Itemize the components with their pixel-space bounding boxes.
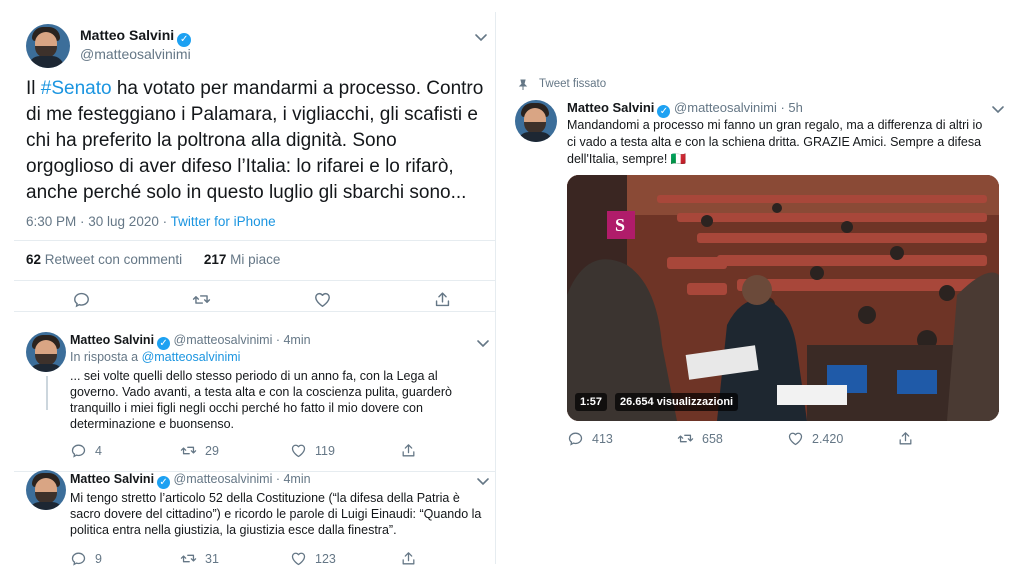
author-name[interactable]: Matteo Salvini (80, 27, 174, 43)
share-action[interactable] (897, 430, 914, 447)
tweet-text: Mandandomi a processo mi fanno un gran r… (567, 118, 983, 166)
like-action[interactable]: 123 (290, 550, 400, 567)
author-handle[interactable]: @matteosalvinimi (174, 472, 273, 486)
like-icon[interactable] (290, 442, 307, 459)
action-bar: 413 658 2.420 (567, 430, 914, 447)
reply-text: Mi tengo stretto l’articolo 52 della Cos… (70, 491, 482, 537)
retweet-icon[interactable] (180, 550, 197, 567)
tweet-text: Il #Senato ha votato per mandarmi a proc… (26, 78, 484, 203)
retweet-action[interactable]: 29 (180, 442, 290, 459)
share-action[interactable] (400, 442, 417, 459)
reply-tweet[interactable]: Matteo Salvini ✓ @matteosalvinimi · 4min … (14, 460, 496, 567)
action-bar (72, 290, 452, 309)
divider (14, 280, 496, 281)
svg-text:S: S (615, 215, 625, 235)
video-views: 26.654 visualizzazioni (615, 393, 739, 411)
like-action[interactable]: 119 (290, 442, 400, 459)
reply-tweet[interactable]: Matteo Salvini ✓ @matteosalvinimi · 4min … (14, 324, 496, 472)
chevron-down-icon[interactable] (476, 476, 490, 486)
reply-action[interactable]: 4 (70, 442, 180, 459)
share-action[interactable] (400, 550, 417, 567)
like-icon[interactable] (313, 290, 332, 309)
tweet-stats: 62 Retweet con commenti 217 Mi piace (26, 252, 280, 267)
like-icon[interactable] (290, 550, 307, 567)
verified-icon: ✓ (157, 476, 171, 489)
reply-header: Matteo Salvini ✓ @matteosalvinimi · 4min (70, 472, 311, 489)
share-icon[interactable] (400, 550, 417, 567)
avatar[interactable] (515, 100, 557, 142)
author-handle[interactable]: @matteosalvinimi (674, 100, 777, 115)
retweet-icon[interactable] (677, 430, 694, 447)
reply-icon[interactable] (70, 550, 87, 567)
video-thumbnail: S (567, 175, 999, 421)
thread-line (46, 376, 48, 410)
author-handle[interactable]: @matteosalvinimi (174, 333, 273, 347)
author-handle[interactable]: @matteosalvinimi (80, 46, 191, 62)
avatar[interactable] (26, 24, 70, 68)
pinned-label: Tweet fissato (518, 78, 606, 90)
reply-icon[interactable] (72, 290, 91, 309)
share-icon[interactable] (433, 290, 452, 309)
retweet-icon[interactable] (192, 290, 211, 309)
source-link[interactable]: Twitter for iPhone (171, 214, 276, 229)
like-action[interactable]: 2.420 (787, 430, 897, 447)
divider (14, 240, 496, 241)
reply-to: In risposta a @matteosalvinimi (70, 350, 241, 364)
retweets-stat[interactable]: 62 Retweet con commenti (26, 252, 182, 267)
reply-to-handle[interactable]: @matteosalvinimi (142, 350, 241, 364)
chevron-down-icon[interactable] (474, 32, 488, 42)
chevron-down-icon[interactable] (991, 104, 1005, 114)
retweet-action[interactable]: 658 (677, 430, 787, 447)
action-bar: 4 29 119 (70, 442, 417, 459)
action-bar: 9 31 123 (70, 550, 417, 567)
avatar[interactable] (26, 470, 66, 510)
thread-panel: Matteo Salvini ✓ @matteosalvinimi Il #Sen… (14, 12, 496, 567)
reply-action[interactable]: 9 (70, 550, 180, 567)
verified-icon: ✓ (157, 337, 171, 350)
hashtag-link[interactable]: #Senato (41, 78, 112, 99)
retweet-icon[interactable] (180, 442, 197, 459)
reply-time[interactable]: · 4min (276, 333, 311, 347)
share-icon[interactable] (897, 430, 914, 447)
reply-text: ... sei volte quelli dello stesso period… (70, 369, 452, 431)
tweet-timestamp: 6:30 PM · 30 lug 2020 · Twitter for iPho… (26, 214, 276, 229)
likes-stat[interactable]: 217 Mi piace (204, 252, 281, 267)
tweet-header: Matteo Salvini ✓ @matteosalvinimi · 5h (567, 100, 803, 118)
avatar[interactable] (26, 332, 66, 372)
author-name[interactable]: Matteo Salvini (567, 100, 654, 115)
author-name[interactable]: Matteo Salvini (70, 472, 154, 486)
reply-time[interactable]: · 4min (276, 472, 311, 486)
like-icon[interactable] (787, 430, 804, 447)
author-name[interactable]: Matteo Salvini (70, 333, 154, 347)
verified-icon: ✓ (177, 33, 192, 47)
chevron-down-icon[interactable] (476, 338, 490, 348)
share-icon[interactable] (400, 442, 417, 459)
timestamp-link[interactable]: 6:30 PM · 30 lug 2020 (26, 214, 159, 229)
main-tweet[interactable]: Matteo Salvini ✓ @matteosalvinimi Il #Sen… (14, 12, 496, 312)
tweet-time[interactable]: · 5h (780, 100, 802, 115)
pinned-tweet[interactable]: Tweet fissato Matteo Salvini ✓ @matteosal… (509, 78, 1010, 450)
reply-icon[interactable] (70, 442, 87, 459)
video-player[interactable]: S 1:57 26.654 visualizzazioni (567, 175, 999, 421)
video-duration: 1:57 (575, 393, 608, 411)
reply-action[interactable]: 413 (567, 430, 677, 447)
retweet-action[interactable]: 31 (180, 550, 290, 567)
pin-icon (517, 79, 529, 91)
reply-header: Matteo Salvini ✓ @matteosalvinimi · 4min (70, 333, 311, 350)
reply-icon[interactable] (567, 430, 584, 447)
